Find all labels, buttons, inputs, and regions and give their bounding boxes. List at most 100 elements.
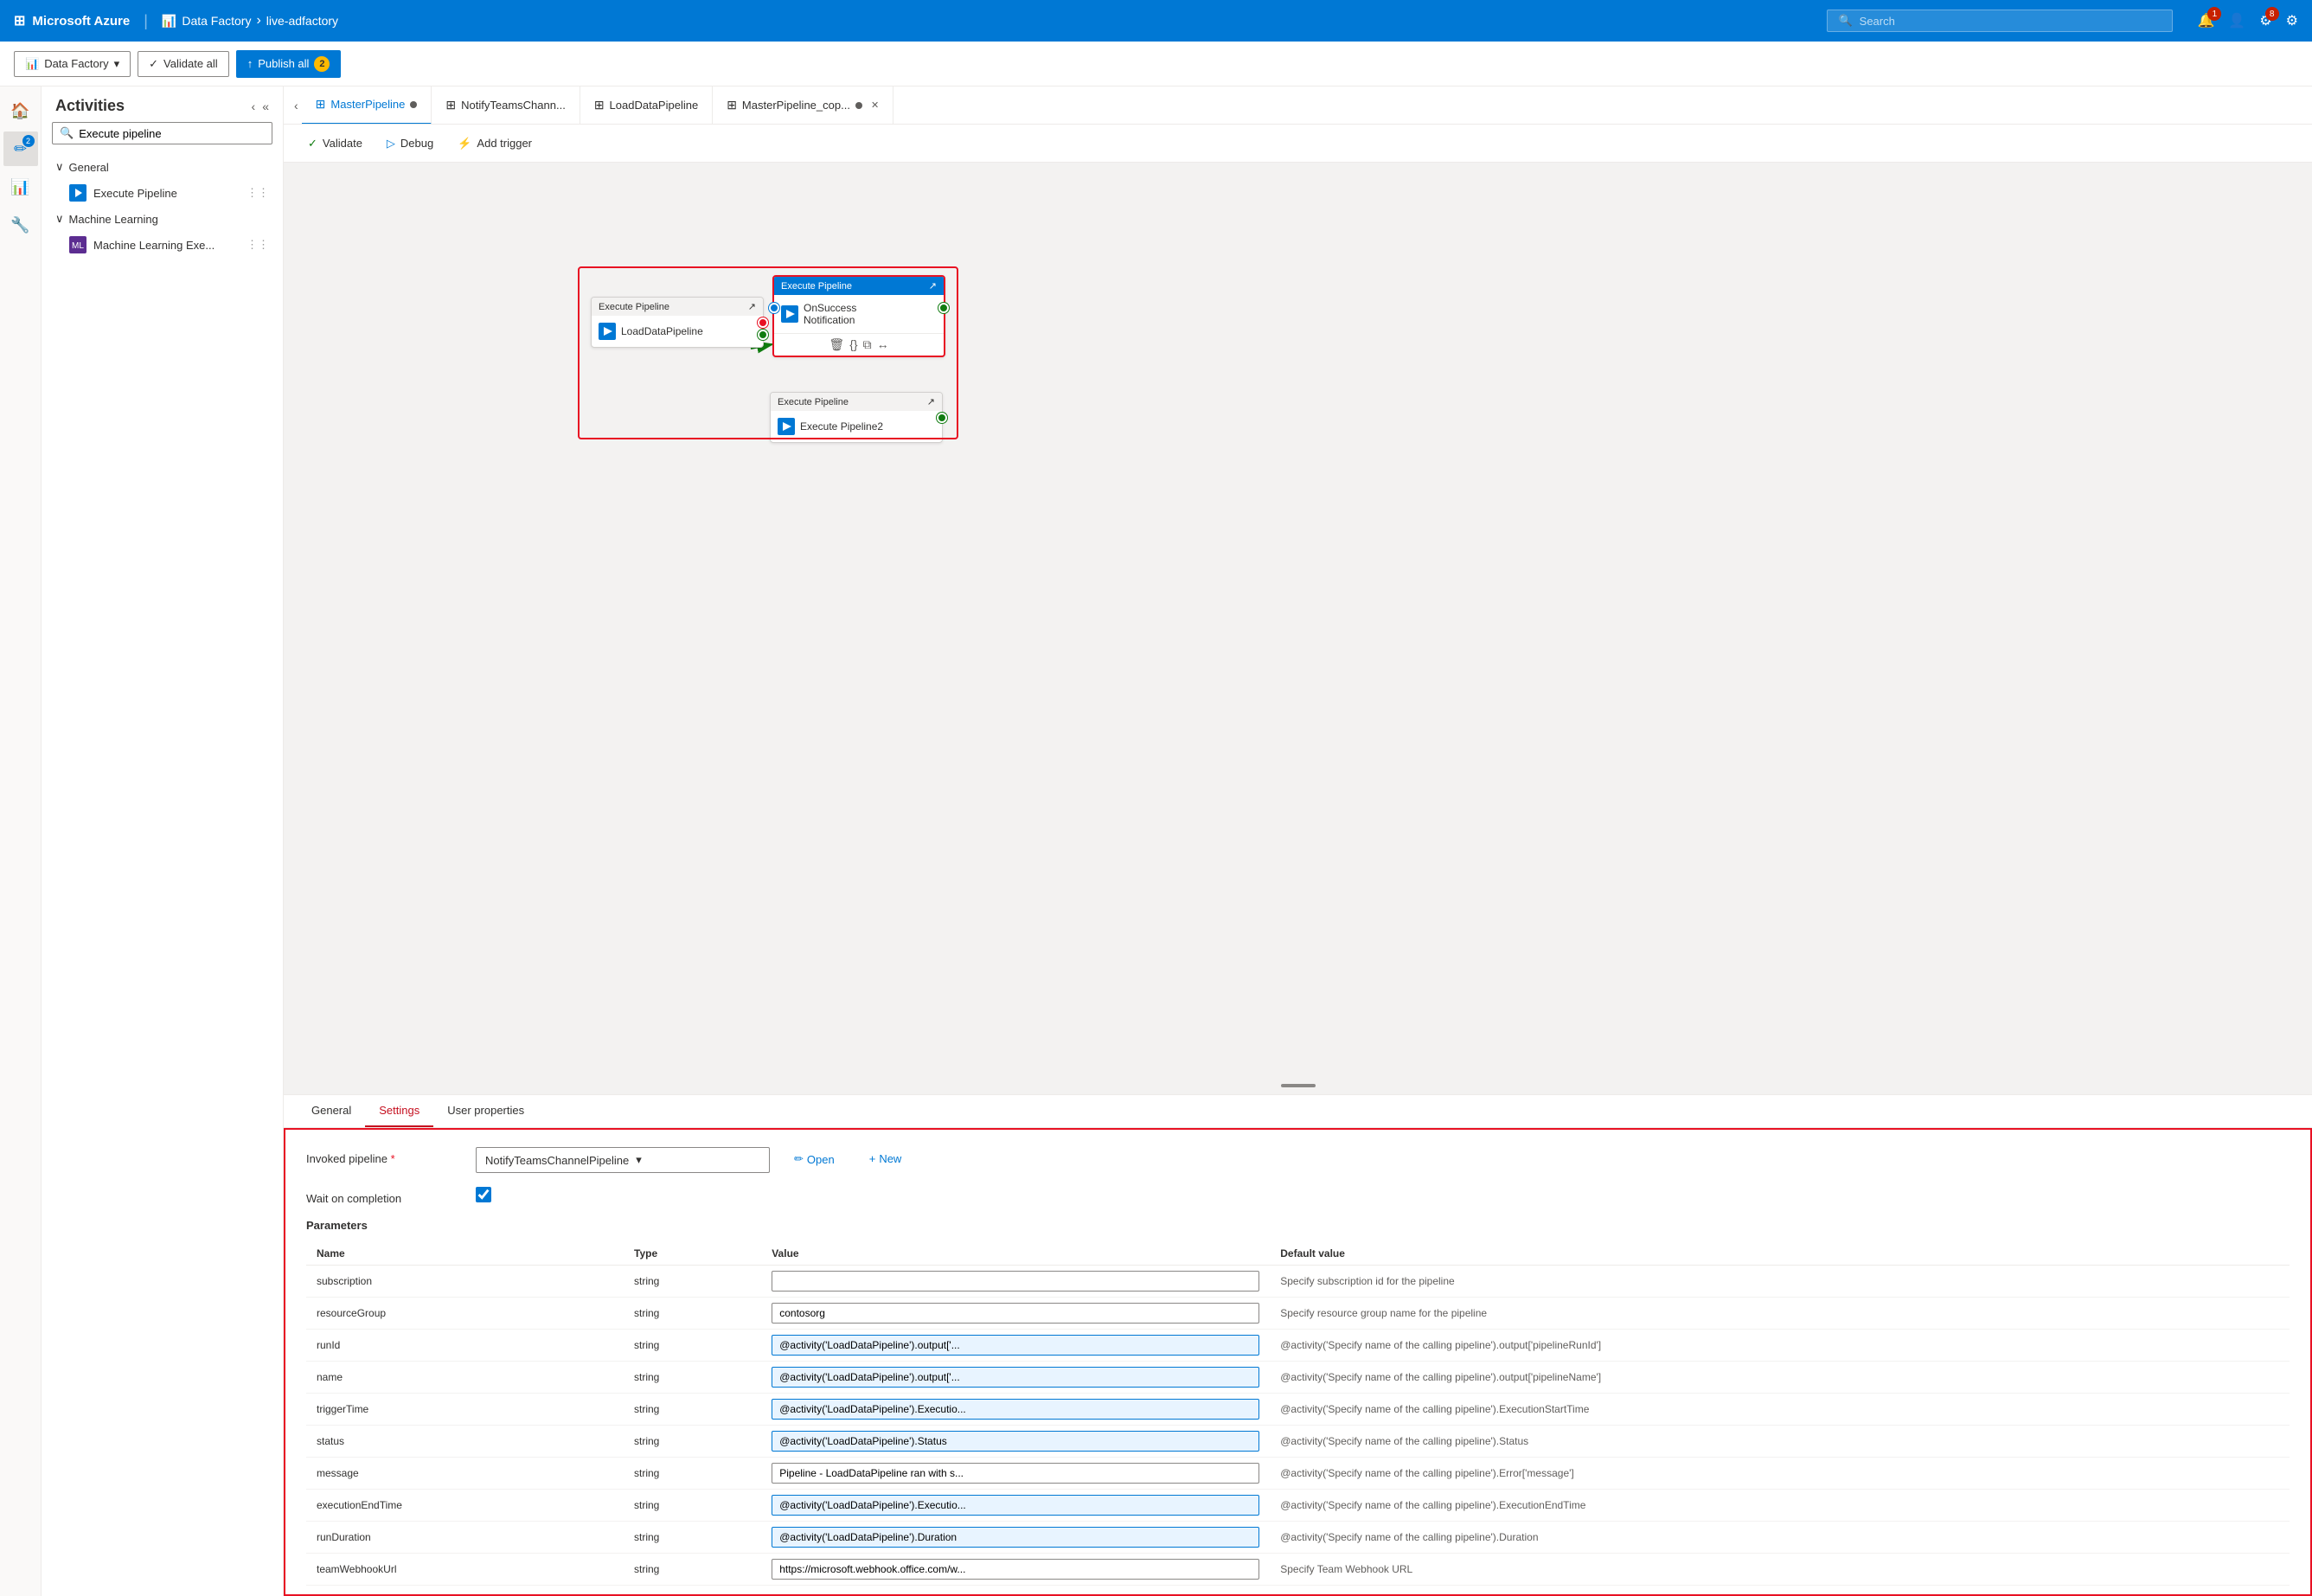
dropdown-arrow: ▾ bbox=[114, 57, 120, 71]
sidebar-item-author[interactable]: ✏ 2 bbox=[3, 131, 38, 166]
node2-external-icon[interactable]: ↗ bbox=[929, 280, 937, 292]
node1-external-icon[interactable]: ↗ bbox=[748, 301, 756, 312]
tab-scroll-left[interactable]: ‹ bbox=[291, 99, 302, 112]
node3-external-icon[interactable]: ↗ bbox=[927, 396, 935, 407]
sidebar-item-home[interactable]: 🏠 bbox=[3, 93, 38, 128]
param-input-runDuration[interactable] bbox=[772, 1527, 1259, 1548]
search-icon: 🔍 bbox=[60, 126, 74, 140]
wait-control[interactable] bbox=[476, 1187, 770, 1205]
node2-code-icon[interactable]: {} bbox=[849, 337, 857, 352]
execute-pipeline-icon bbox=[69, 184, 86, 202]
breadcrumb: 📊 Data Factory › live-adfactory bbox=[162, 13, 338, 29]
param-row-runDuration: runDurationstring@activity('Specify name… bbox=[306, 1522, 2290, 1554]
validate-all-button[interactable]: ✓ Validate all bbox=[138, 51, 229, 77]
canvas-area[interactable]: Execute Pipeline ↗ LoadDataPipeline E bbox=[284, 163, 2312, 1094]
settings-panel: General Settings User properties Invoked… bbox=[284, 1094, 2312, 1596]
node2-delete-icon[interactable]: 🗑 bbox=[829, 337, 844, 352]
sidebar-item-manage[interactable]: 🔧 bbox=[3, 208, 38, 242]
publish-all-label: Publish all bbox=[258, 57, 309, 70]
node2-label: OnSuccess Notification bbox=[804, 302, 856, 326]
tab-loaddatapipeline[interactable]: ⊞ LoadDataPipeline bbox=[580, 87, 713, 125]
tab-masterpipeline-copy[interactable]: ⊞ MasterPipeline_cop... ✕ bbox=[713, 87, 893, 125]
node3-label: Execute Pipeline2 bbox=[800, 420, 883, 433]
pipeline-node-execute2[interactable]: Execute Pipeline ↗ Execute Pipeline2 bbox=[770, 392, 943, 443]
params-title: Parameters bbox=[306, 1219, 2290, 1232]
param-input-status[interactable] bbox=[772, 1431, 1259, 1452]
param-input-resourceGroup[interactable] bbox=[772, 1303, 1259, 1324]
param-value-subscription[interactable] bbox=[761, 1266, 1270, 1298]
service-label-btn[interactable]: 📊 Data Factory ▾ bbox=[14, 51, 131, 77]
node2-link-icon[interactable]: ↔ bbox=[877, 337, 889, 352]
pipeline-node-load[interactable]: Execute Pipeline ↗ LoadDataPipeline bbox=[591, 297, 764, 348]
param-input-name[interactable] bbox=[772, 1367, 1259, 1388]
invoked-pipeline-control[interactable]: NotifyTeamsChannelPipeline ▾ bbox=[476, 1147, 770, 1173]
search-bar[interactable]: 🔍 bbox=[1827, 10, 2173, 32]
collapse-all-icon[interactable]: « bbox=[262, 99, 269, 113]
param-input-runId[interactable] bbox=[772, 1335, 1259, 1356]
param-input-subscription[interactable] bbox=[772, 1271, 1259, 1292]
node2-actions: 🗑 {} ⧉ ↔ bbox=[774, 333, 944, 356]
service-name[interactable]: Data Factory bbox=[182, 14, 251, 28]
param-row-resourceGroup: resourceGroupstringSpecify resource grou… bbox=[306, 1298, 2290, 1330]
account-button[interactable]: 👤 bbox=[2228, 12, 2245, 29]
activity-ml-execute[interactable]: ML Machine Learning Exe... ⋮⋮ bbox=[42, 231, 283, 259]
tab-close-4[interactable]: ✕ bbox=[871, 99, 879, 111]
tab-masterpipeline[interactable]: ⊞ MasterPipeline bbox=[302, 87, 432, 125]
param-name-status: status bbox=[306, 1426, 624, 1458]
activities-search-box[interactable]: 🔍 bbox=[52, 122, 272, 144]
param-value-message[interactable] bbox=[761, 1458, 1270, 1490]
collapse-icon[interactable]: ‹ bbox=[252, 99, 256, 113]
author-badge: 2 bbox=[22, 135, 35, 147]
validate-button[interactable]: ✓ Validate bbox=[298, 131, 373, 156]
param-default-triggerTime: @activity('Specify name of the calling p… bbox=[1270, 1394, 2290, 1426]
param-name-subscription: subscription bbox=[306, 1266, 624, 1298]
alert-button[interactable]: ⚙ 8 bbox=[2259, 12, 2271, 29]
param-input-executionEndTime[interactable] bbox=[772, 1495, 1259, 1516]
activity-execute-pipeline[interactable]: Execute Pipeline ⋮⋮ bbox=[42, 179, 283, 207]
param-name-message: message bbox=[306, 1458, 624, 1490]
param-value-teamWebhookUrl[interactable] bbox=[761, 1554, 1270, 1586]
settings-button[interactable]: ⚙ bbox=[2286, 12, 2298, 29]
edit-icon: ✏ bbox=[794, 1152, 804, 1166]
param-value-name[interactable] bbox=[761, 1362, 1270, 1394]
invoked-pipeline-dropdown[interactable]: NotifyTeamsChannelPipeline ▾ bbox=[476, 1147, 770, 1173]
param-row-teamWebhookUrl: teamWebhookUrlstringSpecify Team Webhook… bbox=[306, 1554, 2290, 1586]
tab-general[interactable]: General bbox=[298, 1095, 365, 1127]
param-value-status[interactable] bbox=[761, 1426, 1270, 1458]
activities-search-input[interactable] bbox=[79, 127, 265, 140]
tab-settings[interactable]: Settings bbox=[365, 1095, 433, 1127]
publish-all-button[interactable]: ↑ Publish all 2 bbox=[236, 50, 342, 78]
tab-icon-2: ⊞ bbox=[445, 98, 456, 112]
param-default-status: @activity('Specify name of the calling p… bbox=[1270, 1426, 2290, 1458]
wait-checkbox[interactable] bbox=[476, 1187, 491, 1202]
new-button[interactable]: + New bbox=[859, 1147, 913, 1170]
sidebar-item-monitor[interactable]: 📊 bbox=[3, 170, 38, 204]
search-icon: 🔍 bbox=[1838, 14, 1852, 28]
param-row-executionEndTime: executionEndTimestring@activity('Specify… bbox=[306, 1490, 2290, 1522]
tab-notifyteams[interactable]: ⊞ NotifyTeamsChann... bbox=[432, 87, 580, 125]
param-type-status: string bbox=[624, 1426, 761, 1458]
toolbar-service-label: Data Factory bbox=[44, 57, 108, 70]
param-name-triggerTime: triggerTime bbox=[306, 1394, 624, 1426]
param-value-triggerTime[interactable] bbox=[761, 1394, 1270, 1426]
notification-button[interactable]: 🔔 1 bbox=[2197, 12, 2214, 29]
debug-button[interactable]: ▷ Debug bbox=[376, 131, 444, 156]
param-value-resourceGroup[interactable] bbox=[761, 1298, 1270, 1330]
open-button[interactable]: ✏ Open bbox=[784, 1147, 845, 1171]
svg-text:ML: ML bbox=[72, 241, 84, 251]
pipeline-node-onsuccess[interactable]: Execute Pipeline ↗ OnSuccess Notificatio… bbox=[772, 275, 945, 357]
category-ml[interactable]: ∨ Machine Learning bbox=[42, 207, 283, 231]
param-input-message[interactable] bbox=[772, 1463, 1259, 1484]
category-general[interactable]: ∨ General bbox=[42, 155, 283, 179]
add-trigger-button[interactable]: ⚡ Add trigger bbox=[447, 131, 542, 156]
param-input-triggerTime[interactable] bbox=[772, 1399, 1259, 1420]
param-value-runId[interactable] bbox=[761, 1330, 1270, 1362]
tab-user-properties[interactable]: User properties bbox=[433, 1095, 538, 1127]
param-input-teamWebhookUrl[interactable] bbox=[772, 1559, 1259, 1580]
node2-copy-icon[interactable]: ⧉ bbox=[863, 337, 872, 352]
param-value-runDuration[interactable] bbox=[761, 1522, 1270, 1554]
search-input[interactable] bbox=[1860, 15, 2162, 28]
param-type-subscription: string bbox=[624, 1266, 761, 1298]
param-value-executionEndTime[interactable] bbox=[761, 1490, 1270, 1522]
param-row-runId: runIdstring@activity('Specify name of th… bbox=[306, 1330, 2290, 1362]
